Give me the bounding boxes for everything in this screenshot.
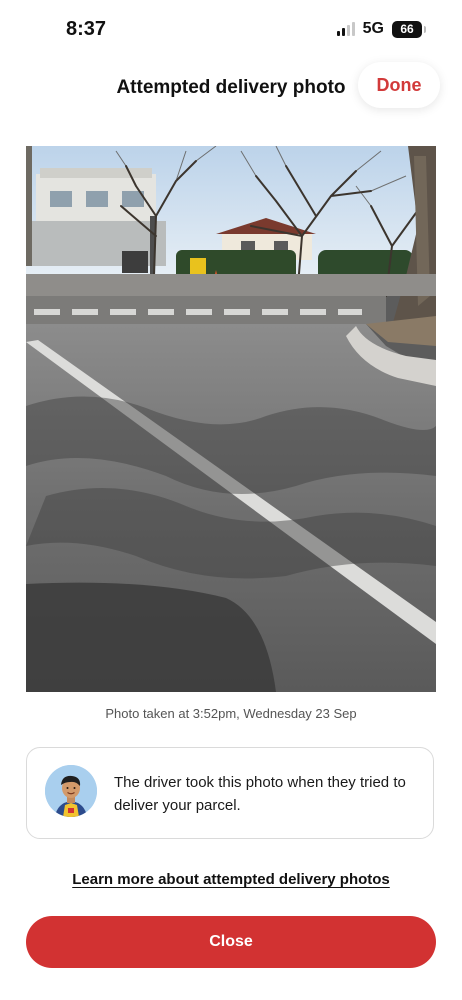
status-bar: 8:37 5G 66 bbox=[0, 0, 462, 60]
done-button[interactable]: Done bbox=[358, 62, 440, 108]
info-text: The driver took this photo when they tri… bbox=[114, 774, 406, 814]
info-card: The driver took this photo when they tri… bbox=[26, 747, 434, 839]
battery-icon: 66 bbox=[392, 20, 426, 38]
header: Attempted delivery photo Done bbox=[0, 60, 462, 116]
battery-level: 66 bbox=[400, 21, 414, 36]
close-button[interactable]: Close bbox=[26, 916, 436, 968]
learn-more-link[interactable]: Learn more about attempted delivery phot… bbox=[0, 871, 462, 888]
photo-caption: Photo taken at 3:52pm, Wednesday 23 Sep bbox=[105, 706, 357, 721]
signal-icon bbox=[336, 22, 355, 36]
delivery-photo bbox=[26, 146, 436, 692]
status-time: 8:37 bbox=[66, 18, 107, 40]
network-type: 5G bbox=[362, 20, 384, 37]
status-indicators: 5G 66 bbox=[336, 20, 426, 38]
driver-avatar-icon bbox=[45, 765, 97, 817]
